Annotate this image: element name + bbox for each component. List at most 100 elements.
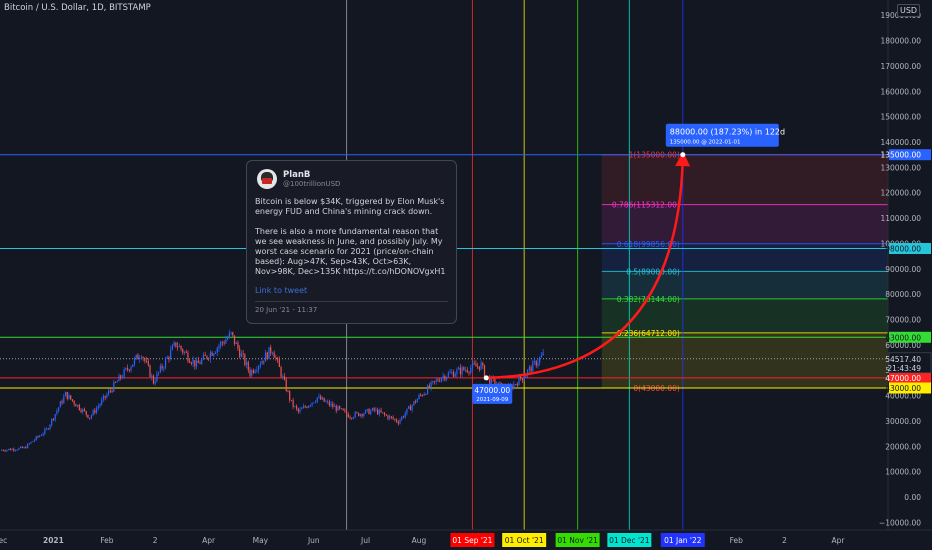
tweet-divider <box>255 301 448 302</box>
candle-body <box>401 416 403 420</box>
candle-body <box>166 357 168 359</box>
candle-body <box>175 342 177 347</box>
candle-body <box>411 405 413 411</box>
candle-body <box>514 384 517 385</box>
candle-body <box>297 408 299 412</box>
candle-body <box>140 357 142 359</box>
candle-body <box>156 373 158 382</box>
tweet-card: PlanB @100trillionUSD Bitcoin is below $… <box>246 160 457 324</box>
candle-body <box>354 412 356 418</box>
candle-body <box>58 407 60 411</box>
candle-body <box>21 446 24 449</box>
candle-body <box>342 408 344 411</box>
candle-body <box>392 417 394 420</box>
x-tick-label: Dec <box>0 536 7 545</box>
candle-body <box>42 433 44 436</box>
candle-body <box>54 414 56 420</box>
candle-body <box>161 365 163 369</box>
currency-button[interactable]: USD <box>897 4 921 17</box>
candle-body <box>95 408 98 413</box>
candle-body <box>377 409 379 415</box>
candle-body <box>178 346 180 348</box>
fib-level-label: 0.5(89000.00) <box>626 267 680 276</box>
candle-body <box>111 390 113 392</box>
x-date-tag-label: 01 Sep '21 <box>452 536 492 545</box>
tweet-text: Bitcoin is below $34K, triggered by Elon… <box>255 197 446 276</box>
candle-body <box>244 354 246 365</box>
x-tick-label: Jul <box>360 536 370 545</box>
candle-body <box>387 415 389 419</box>
candle-body <box>421 394 424 396</box>
tweet-link[interactable]: Link to tweet <box>255 286 448 295</box>
x-tick-label: Apr <box>832 536 846 545</box>
candle-body <box>123 369 125 378</box>
candle-body <box>71 399 74 401</box>
candle-body <box>321 397 324 400</box>
candle-body <box>478 366 480 370</box>
x-date-tag-label: 01 Oct '21 <box>505 536 544 545</box>
candle-body <box>235 342 237 345</box>
candle-body <box>254 370 256 373</box>
candle-body <box>409 406 411 411</box>
candle-body <box>328 401 330 406</box>
candle-body <box>126 368 129 370</box>
candle-body <box>109 390 111 392</box>
candle-body <box>73 400 75 405</box>
candle-body <box>471 363 474 369</box>
candle-body <box>383 412 386 415</box>
candle-body <box>295 406 298 409</box>
candle-body <box>428 385 430 388</box>
projection-end-point <box>680 152 686 158</box>
y-tick-label: 110000.00 <box>880 214 921 223</box>
candle-body <box>339 406 341 409</box>
candle-body <box>135 354 137 359</box>
candle-body <box>513 384 515 389</box>
candle-body <box>189 361 191 363</box>
projection-start-label: 47000.00 <box>474 386 510 395</box>
fib-level-label: 0.236(64712.00) <box>617 329 680 338</box>
price-chart[interactable]: 1(135000.00)0.786(115312.00)0.618(99856.… <box>0 0 932 550</box>
candle-body <box>45 428 48 430</box>
candle-body <box>142 357 144 359</box>
candle-body <box>66 391 68 399</box>
x-tick-label: Jun <box>307 536 320 545</box>
candle-body <box>475 364 477 367</box>
candle-body <box>395 419 398 422</box>
candle-body <box>451 372 453 373</box>
candle-body <box>359 414 361 417</box>
candle-body <box>364 410 367 414</box>
candle-body <box>125 368 127 370</box>
candle-body <box>289 391 291 400</box>
candle-body <box>463 367 465 371</box>
candle-body <box>390 416 393 418</box>
candle-body <box>97 406 99 409</box>
candle-body <box>114 382 117 383</box>
candle-body <box>314 401 317 403</box>
candle-body <box>208 358 210 360</box>
candle-body <box>209 352 211 359</box>
candle-body <box>11 448 13 451</box>
current-price-label: 54517.40 <box>885 355 921 364</box>
candle-body <box>425 393 427 395</box>
candle-body <box>64 391 67 397</box>
candle-body <box>444 375 446 380</box>
candle-body <box>290 399 293 401</box>
candle-body <box>70 395 72 400</box>
candle-body <box>452 372 455 377</box>
y-tick-label: 120000.00 <box>880 189 921 198</box>
candle-body <box>128 369 130 371</box>
candle-body <box>59 401 61 408</box>
candle-body <box>266 352 268 360</box>
candle-body <box>351 417 353 419</box>
candle-body <box>470 368 472 373</box>
candle-body <box>176 346 179 348</box>
candle-body <box>44 429 46 434</box>
candle-body <box>480 362 482 370</box>
candle-body <box>292 400 294 407</box>
candle-body <box>461 367 463 375</box>
candle-body <box>133 358 136 365</box>
candle-body <box>256 369 258 371</box>
y-tick-label: 180000.00 <box>880 37 921 46</box>
y-level-tag-label: 135000.00 <box>880 151 921 160</box>
y-tick-label: 10000.00 <box>885 468 921 477</box>
